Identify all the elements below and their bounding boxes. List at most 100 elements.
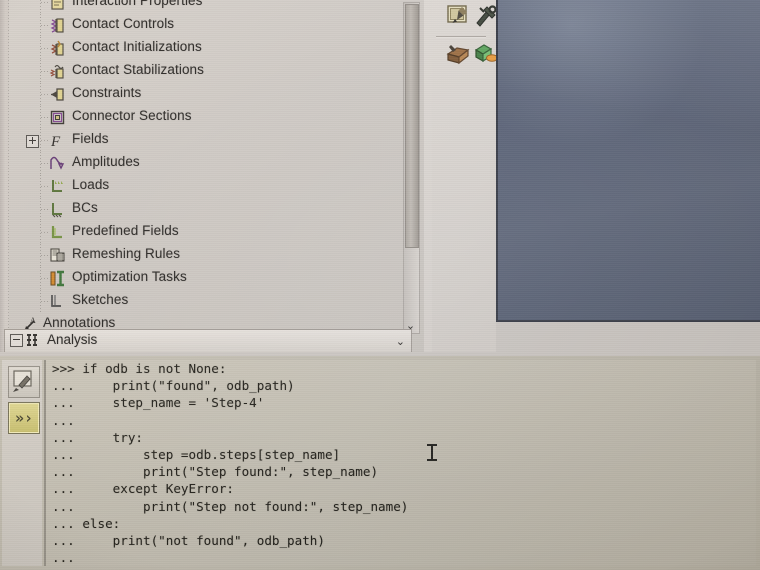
command-line-interface-panel[interactable]: »› >>> if odb is not None:... print("fou…	[0, 356, 760, 570]
tree-item-label: Contact Initializations	[72, 39, 202, 54]
tree-item-label: Fields	[72, 131, 109, 146]
tree-guide-tick	[41, 117, 49, 118]
tree-item-constraints[interactable]: Constraints	[0, 83, 408, 106]
tree-item-contact-controls[interactable]: Contact Controls	[0, 14, 408, 37]
interaction-properties-icon	[49, 0, 66, 11]
constraints-icon	[49, 86, 66, 103]
console-line-text: print("Step not found:", step_name)	[82, 498, 409, 514]
tree-item-fields[interactable]: F Fields	[0, 129, 408, 152]
module-toolbox[interactable]	[432, 0, 498, 352]
console-line-text: print("Step found:", step_name)	[82, 464, 379, 480]
contact-initializations-icon	[49, 40, 66, 57]
console-prompt: >>>	[52, 361, 75, 376]
bcs-icon	[49, 201, 66, 218]
console-line-text: step =odb.steps[step_name]	[82, 446, 341, 462]
tree-footer-row[interactable]: Analysis ⌄	[0, 329, 424, 352]
console-output-text[interactable]: >>> if odb is not None:... print("found"…	[44, 360, 756, 566]
console-line: ... step_name = 'Step-4'	[46, 394, 756, 411]
amplitudes-icon	[49, 155, 66, 172]
console-line: ... print("Step found:", step_name)	[46, 463, 756, 480]
connector-sections-icon	[49, 109, 66, 126]
create-connector-section-icon[interactable]	[474, 42, 498, 66]
console-line-text: if odb is not None:	[82, 361, 227, 376]
tree-item-label: Amplitudes	[72, 154, 140, 169]
tree-item-label: Predefined Fields	[72, 223, 179, 238]
analysis-label: Analysis	[47, 332, 98, 347]
tree-guide-tick	[41, 48, 49, 49]
console-line: ... else:	[46, 515, 756, 532]
loads-icon	[49, 178, 66, 195]
analysis-expander-minus[interactable]	[10, 334, 23, 347]
analysis-dropdown-arrow-icon[interactable]: ⌄	[396, 335, 405, 348]
expand-plus-icon[interactable]	[26, 135, 39, 148]
tree-guide-tick	[41, 186, 49, 187]
toolbox-separator	[436, 36, 486, 37]
console-line: ... print("Step not found:", step_name)	[46, 498, 756, 515]
tree-item-label: Connector Sections	[72, 108, 192, 123]
tree-item-predefined-fields[interactable]: Predefined Fields	[0, 221, 408, 244]
model-tree-panel[interactable]: Interaction Properties Contact Controls Co…	[0, 0, 424, 352]
console-prompt: ...	[52, 550, 75, 566]
contact-stabilizations-icon	[49, 63, 66, 80]
console-line-text: try:	[82, 429, 144, 445]
tree-vertical-scrollbar[interactable]: ⌄	[403, 2, 420, 334]
model-viewport[interactable]	[496, 0, 760, 322]
console-line: ... try:	[46, 429, 756, 446]
console-prompt: ...	[52, 481, 75, 497]
tree-item-optimization-tasks[interactable]: Optimization Tasks	[0, 267, 408, 290]
tree-item-label: Annotations	[43, 315, 116, 330]
console-line: ... except KeyError:	[46, 480, 756, 497]
tree-item-amplitudes[interactable]: Amplitudes	[0, 152, 408, 175]
create-constraint-icon[interactable]	[446, 42, 470, 66]
console-prompt: ...	[52, 429, 75, 445]
sketches-icon	[49, 293, 66, 310]
tree-item-connector-sections[interactable]: Connector Sections	[0, 106, 408, 129]
remeshing-rules-icon	[49, 247, 66, 264]
console-prompt: ...	[52, 395, 75, 411]
tree-item-contact-stabilizations[interactable]: Contact Stabilizations	[0, 60, 408, 83]
tree-item-label: Sketches	[72, 292, 129, 307]
console-line-text: print("not found", odb_path)	[82, 532, 325, 548]
console-line-text: step_name = 'Step-4'	[82, 395, 265, 411]
predefined-fields-icon	[49, 224, 66, 241]
tree-item-sketches[interactable]: Sketches	[0, 290, 408, 313]
console-prompt: ...	[52, 515, 75, 531]
tree-item-contact-initializations[interactable]: Contact Initializations	[0, 37, 408, 60]
python-prompt-button[interactable]: »›	[8, 402, 40, 434]
tree-guide-tick	[41, 94, 49, 95]
tree-guide-tick	[41, 140, 49, 141]
console-prompt: ...	[52, 532, 75, 548]
tree-guide-tick	[41, 25, 49, 26]
tree-item-interaction-properties[interactable]: Interaction Properties	[0, 0, 408, 14]
tree-item-label: Remeshing Rules	[72, 246, 181, 261]
tree-guide-tick	[41, 301, 49, 302]
tree-item-label: BCs	[72, 200, 98, 215]
svg-text:F: F	[50, 134, 61, 149]
tree-item-label: Constraints	[72, 85, 142, 100]
tree-guide-tick	[41, 209, 49, 210]
message-area-button[interactable]	[8, 366, 40, 398]
console-line-text: else:	[82, 515, 121, 531]
console-line: ... step =odb.steps[step_name]	[46, 446, 756, 463]
analysis-icon	[25, 332, 42, 349]
viewport-glare	[498, 0, 760, 135]
console-prompt: ...	[52, 412, 75, 428]
tree-item-label: Optimization Tasks	[72, 269, 187, 284]
tree-guide-tick	[41, 255, 49, 256]
tree-item-loads[interactable]: Loads	[0, 175, 408, 198]
console-line: ... print("found", odb_path)	[46, 377, 756, 394]
tree-item-remeshing-rules[interactable]: Remeshing Rules	[0, 244, 408, 267]
optimization-tasks-icon	[49, 270, 66, 287]
tree-item-bcs[interactable]: BCs	[0, 198, 408, 221]
contact-controls-icon	[49, 17, 66, 34]
tree-item-label: Loads	[72, 177, 110, 192]
python-prompt-glyph: »›	[14, 409, 34, 427]
text-cursor-ibeam	[427, 444, 437, 461]
tree-guide-tick	[41, 2, 49, 3]
tree-guide-tick	[41, 232, 49, 233]
create-interaction-icon[interactable]	[446, 4, 470, 28]
analysis-combo-bar[interactable]: Analysis ⌄	[4, 329, 412, 352]
interaction-manager-tools-icon[interactable]	[474, 4, 498, 28]
console-toolbar[interactable]: »›	[2, 360, 42, 566]
tree-scrollbar-thumb[interactable]	[405, 4, 419, 248]
